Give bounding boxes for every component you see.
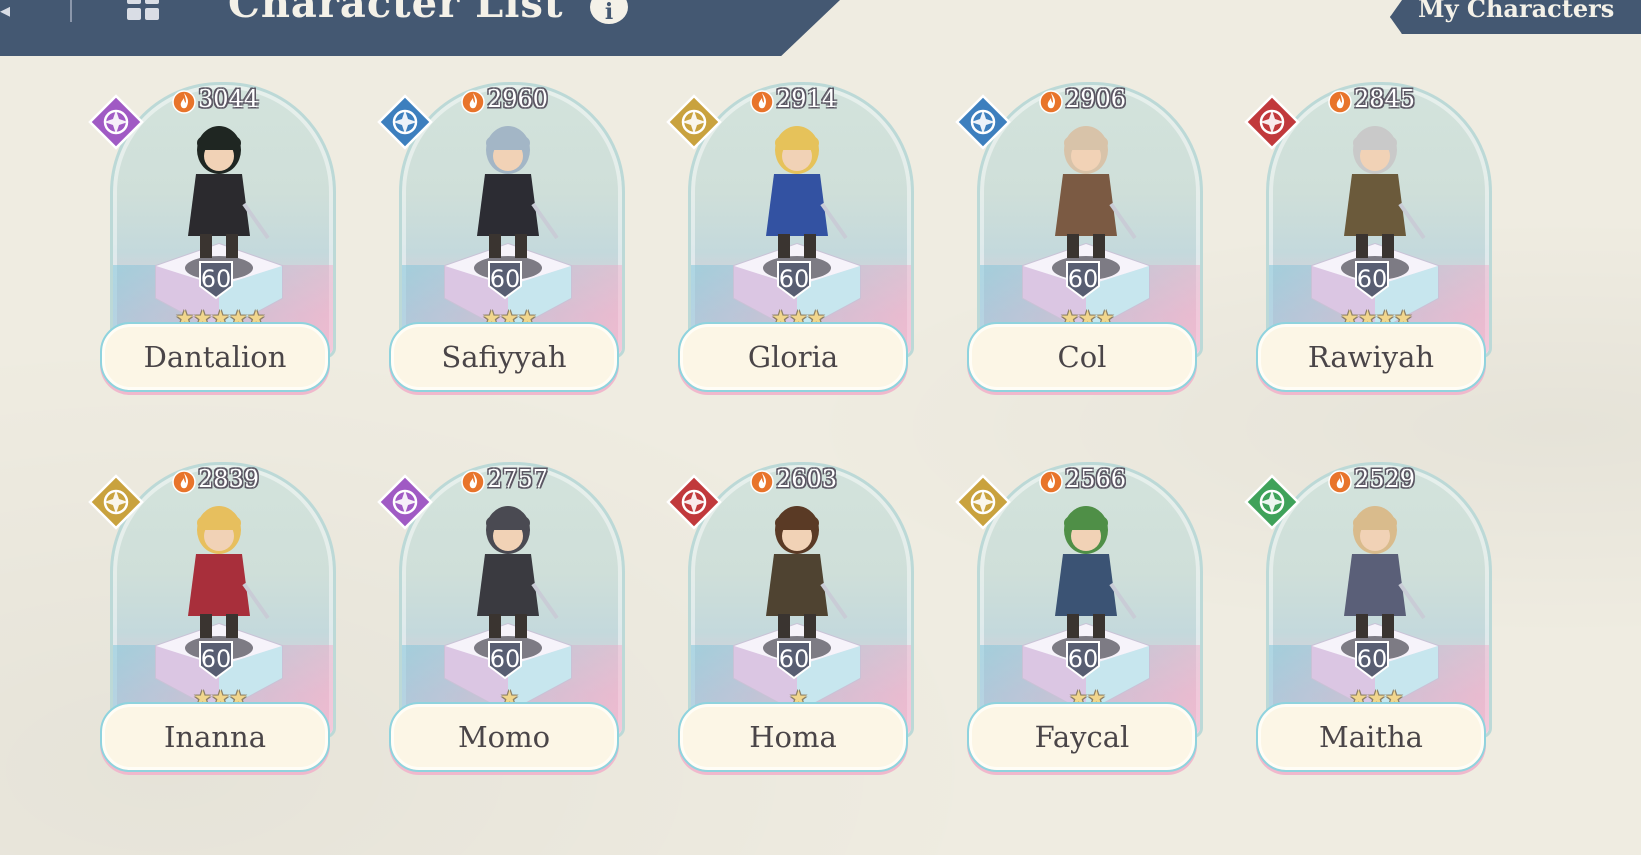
- character-name: Momo: [389, 702, 619, 772]
- level-value: 60: [778, 265, 810, 293]
- character-card-maitha[interactable]: 60 ★★★ 2529 Maitha: [1244, 452, 1496, 782]
- header-divider: [70, 0, 72, 22]
- character-card-col[interactable]: 60 ★★★ 2906 Col: [955, 72, 1207, 402]
- character-sprite: [1344, 506, 1426, 638]
- flame-icon: [1328, 90, 1352, 114]
- combat-power: 2529: [1354, 465, 1416, 493]
- combat-power: 2566: [1065, 465, 1127, 493]
- character-name: Gloria: [678, 322, 908, 392]
- character-sprite: [766, 126, 848, 258]
- level-value: 60: [200, 645, 232, 673]
- character-card-safiyyah[interactable]: 60 ★★★ 2960 Safiyyah: [377, 72, 629, 402]
- arcane-element-icon: [377, 474, 433, 530]
- character-name: Maitha: [1256, 702, 1486, 772]
- flame-icon: [461, 470, 485, 494]
- combat-power: 2960: [487, 85, 549, 113]
- flame-icon: [750, 470, 774, 494]
- combat-power: 2603: [776, 465, 838, 493]
- combat-power: 2839: [198, 465, 260, 493]
- nature-element-icon: [1244, 474, 1300, 530]
- character-grid-icon: [127, 0, 159, 20]
- character-sprite: [477, 506, 559, 638]
- combat-power: 3044: [198, 85, 260, 113]
- wind-element-icon: [955, 94, 1011, 150]
- character-name: Dantalion: [100, 322, 330, 392]
- level-value: 60: [1356, 265, 1388, 293]
- character-sprite: [477, 126, 559, 258]
- character-card-homa[interactable]: 60 ★ 2603 Homa: [666, 452, 918, 782]
- character-name: Faycal: [967, 702, 1197, 772]
- character-card-momo[interactable]: 60 ★ 2757 Momo: [377, 452, 629, 782]
- my-characters-label: My Characters: [1418, 0, 1615, 23]
- level-value: 60: [200, 265, 232, 293]
- back-arrow-icon[interactable]: ◂: [0, 0, 10, 22]
- combat-power: 2757: [487, 465, 549, 493]
- page-title: Character List: [228, 0, 564, 27]
- character-sprite: [1055, 126, 1137, 258]
- my-characters-button[interactable]: My Characters: [1390, 0, 1641, 34]
- flame-icon: [750, 90, 774, 114]
- flame-icon: [1039, 470, 1063, 494]
- character-sprite: [188, 506, 270, 638]
- combat-power: 2914: [776, 85, 838, 113]
- character-sprite: [1344, 126, 1426, 258]
- character-card-inanna[interactable]: 60 ★★★ 2839 Inanna: [88, 452, 340, 782]
- character-card-gloria[interactable]: 60 ★★★ 2914 Gloria: [666, 72, 918, 402]
- flame-icon: [172, 470, 196, 494]
- level-value: 60: [1356, 645, 1388, 673]
- character-card-faycal[interactable]: 60 ★★ 2566 Faycal: [955, 452, 1207, 782]
- character-name: Col: [967, 322, 1197, 392]
- light-element-icon: [955, 474, 1011, 530]
- character-sprite: [188, 126, 270, 258]
- character-sprite: [766, 506, 848, 638]
- level-value: 60: [489, 645, 521, 673]
- combat-power: 2906: [1065, 85, 1127, 113]
- level-value: 60: [489, 265, 521, 293]
- info-icon[interactable]: i: [590, 0, 628, 25]
- character-name: Homa: [678, 702, 908, 772]
- character-card-rawiyah[interactable]: 60 ★★★★ 2845 Rawiyah: [1244, 72, 1496, 402]
- arcane-element-icon: [88, 94, 144, 150]
- wind-element-icon: [377, 94, 433, 150]
- flame-icon: [172, 90, 196, 114]
- level-value: 60: [1067, 645, 1099, 673]
- combat-power: 2845: [1354, 85, 1416, 113]
- character-card-dantalion[interactable]: 60 ★★★★★ 3044 Dantalion: [88, 72, 340, 402]
- character-name: Safiyyah: [389, 322, 619, 392]
- light-element-icon: [88, 474, 144, 530]
- character-name: Inanna: [100, 702, 330, 772]
- header-bar: ◂ Character List i: [0, 0, 840, 56]
- light-element-icon: [666, 94, 722, 150]
- fire-element-icon: [1244, 94, 1300, 150]
- level-value: 60: [1067, 265, 1099, 293]
- flame-icon: [1328, 470, 1352, 494]
- flame-icon: [461, 90, 485, 114]
- character-sprite: [1055, 506, 1137, 638]
- character-name: Rawiyah: [1256, 322, 1486, 392]
- level-value: 60: [778, 645, 810, 673]
- fire-element-icon: [666, 474, 722, 530]
- flame-icon: [1039, 90, 1063, 114]
